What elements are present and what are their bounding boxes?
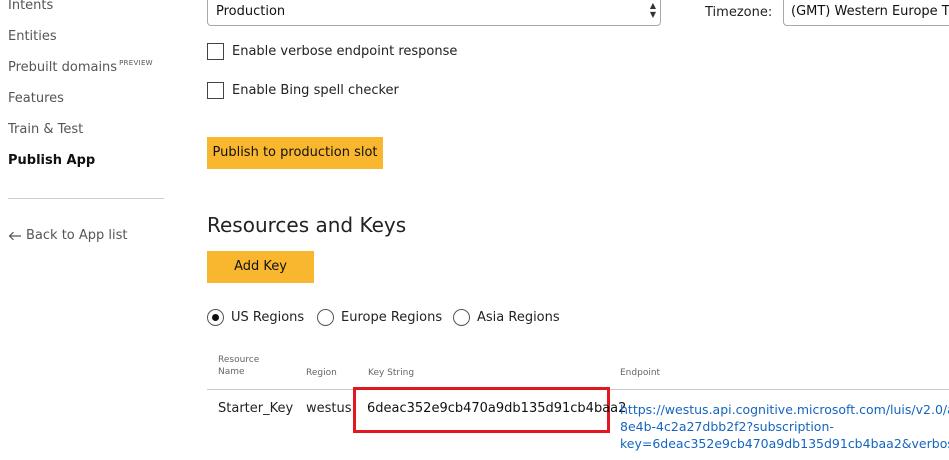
radio-europe-regions[interactable]: Europe Regions bbox=[317, 309, 442, 326]
sidebar-item-features[interactable]: Features bbox=[8, 91, 64, 106]
sidebar-item-label: Train & Test bbox=[8, 122, 84, 137]
radio-circle[interactable] bbox=[317, 309, 334, 326]
bing-spell-checker-checkbox[interactable]: Enable Bing spell checker bbox=[207, 82, 399, 99]
slot-select[interactable]: Production ▲ ▼ bbox=[207, 0, 661, 26]
endpoint-line: https://westus.api.cognitive.microsoft.c… bbox=[620, 402, 949, 417]
endpoint-link[interactable]: https://westus.api.cognitive.microsoft.c… bbox=[620, 401, 949, 456]
checkbox-box[interactable] bbox=[207, 82, 224, 99]
radio-asia-regions[interactable]: Asia Regions bbox=[453, 309, 560, 326]
sidebar-item-label: Prebuilt domains bbox=[8, 60, 118, 75]
radio-circle[interactable] bbox=[453, 309, 470, 326]
endpoint-line: 8e4b-4c2a27dbb2f2?subscription- bbox=[620, 419, 834, 434]
region-cell: westus bbox=[306, 401, 352, 416]
sidebar-item-prebuilt-domains[interactable]: Prebuilt domains PREVIEW bbox=[8, 59, 153, 75]
header-line: Resource bbox=[218, 355, 260, 365]
timezone-select[interactable]: (GMT) Western Europe Time bbox=[783, 0, 949, 26]
back-link-label: Back to App list bbox=[26, 228, 128, 243]
slot-select-value: Production bbox=[216, 4, 286, 19]
column-header-key-string: Key String bbox=[368, 368, 415, 378]
header-line: Name bbox=[218, 367, 245, 377]
add-key-button[interactable]: Add Key bbox=[207, 251, 314, 283]
column-header-resource-name: Resource Name bbox=[218, 354, 259, 378]
section-title: Resources and Keys bbox=[207, 213, 407, 237]
radio-label: Asia Regions bbox=[477, 310, 560, 325]
checkbox-label: Enable verbose endpoint response bbox=[232, 44, 458, 59]
sidebar-item-label: Features bbox=[8, 91, 64, 106]
key-string-cell[interactable]: 6deac352e9cb470a9db135d91cb4baa2 bbox=[367, 401, 626, 416]
endpoint-line: key=6deac352e9cb470a9db135d91cb4baa2&ver… bbox=[620, 436, 949, 451]
radio-us-regions[interactable]: US Regions bbox=[207, 309, 304, 326]
verbose-endpoint-checkbox[interactable]: Enable verbose endpoint response bbox=[207, 43, 457, 60]
timezone-select-value: (GMT) Western Europe Time bbox=[791, 4, 949, 19]
sidebar-item-label: Intents bbox=[8, 0, 54, 13]
sidebar-item-train-test[interactable]: Train & Test bbox=[8, 122, 83, 137]
preview-badge: PREVIEW bbox=[119, 59, 153, 67]
publish-button[interactable]: Publish to production slot bbox=[207, 137, 383, 169]
sidebar-item-label: Entities bbox=[8, 29, 57, 44]
column-header-endpoint: Endpoint bbox=[620, 368, 661, 378]
sidebar-item-label: Publish App bbox=[8, 153, 96, 168]
sidebar-item-publish-app[interactable]: Publish App bbox=[8, 153, 95, 168]
checkbox-box[interactable] bbox=[207, 43, 224, 60]
radio-circle[interactable] bbox=[207, 309, 224, 326]
radio-label: US Regions bbox=[231, 310, 305, 325]
checkbox-label: Enable Bing spell checker bbox=[232, 83, 399, 98]
back-to-app-list-link[interactable]: Back to App list bbox=[8, 228, 128, 243]
sidebar-divider bbox=[8, 198, 164, 199]
column-header-region: Region bbox=[306, 368, 337, 378]
sidebar-item-intents[interactable]: Intents bbox=[8, 0, 53, 13]
timezone-label: Timezone: bbox=[705, 5, 773, 20]
arrow-left-icon bbox=[8, 231, 21, 240]
select-updown-icon: ▲ ▼ bbox=[649, 1, 656, 19]
sidebar-item-entities[interactable]: Entities bbox=[8, 29, 57, 44]
radio-label: Europe Regions bbox=[341, 310, 443, 325]
resource-name-cell: Starter_Key bbox=[218, 401, 294, 416]
